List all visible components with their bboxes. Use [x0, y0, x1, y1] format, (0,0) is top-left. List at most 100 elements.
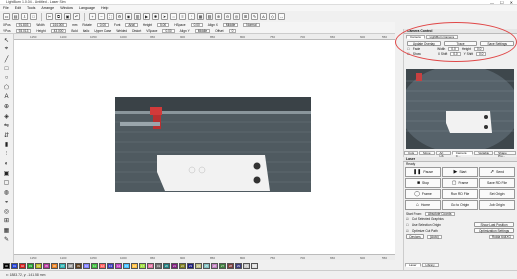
trace-button[interactable]: Trace — [443, 41, 478, 46]
palette-swatch[interactable]: 10 — [83, 263, 90, 269]
settings-icon[interactable]: ⚙ — [116, 13, 123, 20]
tab-shape-properties[interactable]: Shape Pro... — [494, 151, 516, 158]
cut-selected-checkbox[interactable]: ☑ — [406, 217, 409, 221]
palette-swatch[interactable]: 12 — [99, 263, 106, 269]
menu-tools[interactable]: Tools — [27, 6, 35, 10]
align-icon[interactable]: ▮ — [3, 141, 11, 149]
palette-swatch[interactable]: 26 — [211, 263, 218, 269]
undo-icon[interactable]: ↶ — [73, 13, 80, 20]
cam-width-input[interactable]: 0.0 — [448, 47, 459, 51]
palette-swatch[interactable]: 13 — [107, 263, 114, 269]
minimize-button[interactable]: — — [490, 0, 494, 5]
palette-swatch[interactable]: 14 — [115, 263, 122, 269]
palette-swatch[interactable]: 01 — [11, 263, 18, 269]
offset-input[interactable]: 0 — [228, 28, 237, 33]
palette-swatch[interactable]: 24 — [195, 263, 202, 269]
polygon-icon[interactable]: ⬠ — [3, 84, 11, 92]
menu-language[interactable]: Language — [79, 6, 95, 10]
optimization-settings-button[interactable]: Optimization Settings — [474, 228, 514, 233]
height-input[interactable]: 43.000 — [50, 28, 67, 33]
menu-arrange[interactable]: Arrange — [41, 6, 54, 10]
palette-swatch[interactable]: 08 — [67, 263, 74, 269]
menu-file[interactable]: File — [3, 6, 9, 10]
trace-icon[interactable]: ✎ — [251, 13, 258, 20]
boolean-icon[interactable]: ⊖ — [224, 13, 231, 20]
line-icon[interactable]: ╱ — [3, 55, 11, 63]
font-select[interactable]: Arial — [125, 23, 138, 27]
palette-swatch[interactable]: 20 — [163, 263, 170, 269]
palette-swatch[interactable]: 17 — [139, 263, 146, 269]
distort-checkbox[interactable]: Distort — [132, 29, 141, 33]
show-last-position-button[interactable]: Show Last Position — [474, 222, 514, 227]
start-from-select[interactable]: Absolute Coords — [424, 212, 455, 216]
tab-art-lib[interactable]: Art Lib — [435, 151, 451, 158]
weld-icon[interactable]: ⊕ — [215, 13, 222, 20]
mirror-icon[interactable]: ◐ — [3, 160, 11, 168]
text-icon[interactable]: A — [3, 93, 11, 101]
tab-laser[interactable]: Laser — [405, 263, 421, 267]
normal-select[interactable]: Normal — [243, 23, 260, 27]
tab-variable[interactable]: Variable — [474, 151, 494, 155]
array-icon[interactable]: ⊞ — [3, 217, 11, 225]
gear-icon[interactable]: ✱ — [152, 13, 159, 20]
vspace-input[interactable]: 0.00 — [162, 28, 175, 33]
boolean-icon[interactable]: ◒ — [3, 198, 11, 206]
run-rd-button[interactable]: Run RD File — [442, 189, 478, 199]
cut-icon[interactable]: ✂ — [46, 13, 53, 20]
paste-icon[interactable]: ▣ — [64, 13, 71, 20]
yshift-input[interactable]: 0.0 — [476, 52, 487, 56]
palette-swatch[interactable]: 00 — [3, 263, 10, 269]
ellipse-icon[interactable]: ○ — [3, 74, 11, 82]
port-select[interactable]: Ruida 644XG — [488, 234, 514, 239]
flip-h-icon[interactable]: ⇋ — [3, 122, 11, 130]
job-origin-button[interactable]: Job Origin — [479, 200, 515, 210]
palette-swatch[interactable]: 25 — [203, 263, 210, 269]
measure-icon[interactable]: ↔ — [278, 13, 285, 20]
maximize-button[interactable]: ☐ — [500, 0, 504, 5]
bold-checkbox[interactable]: Bold — [71, 29, 77, 33]
palette-swatch[interactable]: 04 — [35, 263, 42, 269]
zoom-out-icon[interactable]: − — [98, 13, 105, 20]
offset-icon[interactable]: ◎ — [233, 13, 240, 20]
palette-swatch[interactable]: 15 — [123, 263, 130, 269]
node-icon[interactable]: ◇ — [269, 13, 276, 20]
align-y-select[interactable]: Middle — [194, 28, 211, 33]
group-icon[interactable]: ▣ — [3, 169, 11, 177]
tab-camera-control[interactable]: Camera C... — [451, 151, 474, 158]
save-icon[interactable]: ▤ — [12, 13, 19, 20]
palette-swatch[interactable]: 05 — [43, 263, 50, 269]
ungroup-icon[interactable]: ▧ — [206, 13, 213, 20]
home-button[interactable]: ⌂ Home — [405, 200, 441, 210]
menu-window[interactable]: Window — [60, 6, 73, 10]
welded-checkbox[interactable]: Welded — [116, 29, 127, 33]
stop-button[interactable]: ■ Stop — [405, 178, 441, 188]
palette-swatch[interactable]: 11 — [91, 263, 98, 269]
array-icon[interactable]: ⊞ — [242, 13, 249, 20]
camera-icon[interactable]: ◉ — [125, 13, 132, 20]
ypos-input[interactable]: 93.013 — [15, 28, 32, 33]
ungroup-icon[interactable]: ▢ — [3, 179, 11, 187]
rotate-input[interactable]: 0.00 — [96, 23, 109, 27]
palette-swatch[interactable]: 16 — [131, 263, 138, 269]
mirror-icon[interactable]: ⇔ — [170, 13, 177, 20]
palette-swatch[interactable]: 27 — [219, 263, 226, 269]
optimize-checkbox[interactable]: ☑ — [406, 229, 409, 233]
set-origin-button[interactable]: Set Origin — [479, 189, 515, 199]
palette-swatch[interactable]: T2 — [251, 263, 258, 269]
import-icon[interactable]: ⇩ — [21, 13, 28, 20]
tab-lightburn-camera[interactable]: LightBurn Camera — [425, 35, 459, 39]
text-height-input[interactable]: 5.00 — [157, 23, 170, 27]
xpos-input[interactable]: 91.803 — [15, 23, 32, 27]
palette-swatch[interactable]: 02 — [19, 263, 26, 269]
xshift-input[interactable]: 0.0 — [450, 52, 461, 56]
show-checkbox[interactable]: ☑ — [407, 52, 410, 56]
palette-swatch[interactable]: 21 — [171, 263, 178, 269]
distribute-icon[interactable]: ⫶ — [3, 150, 11, 158]
lock-icon[interactable]: ▥ — [134, 13, 141, 20]
palette-swatch[interactable]: 06 — [51, 263, 58, 269]
grid-icon[interactable]: ▦ — [3, 226, 11, 234]
hspace-input[interactable]: 0.00 — [190, 23, 203, 27]
sim-icon[interactable]: ▶ — [143, 13, 150, 20]
tab-library[interactable]: Library — [421, 263, 439, 267]
device-select[interactable]: (Auto) — [427, 234, 442, 239]
